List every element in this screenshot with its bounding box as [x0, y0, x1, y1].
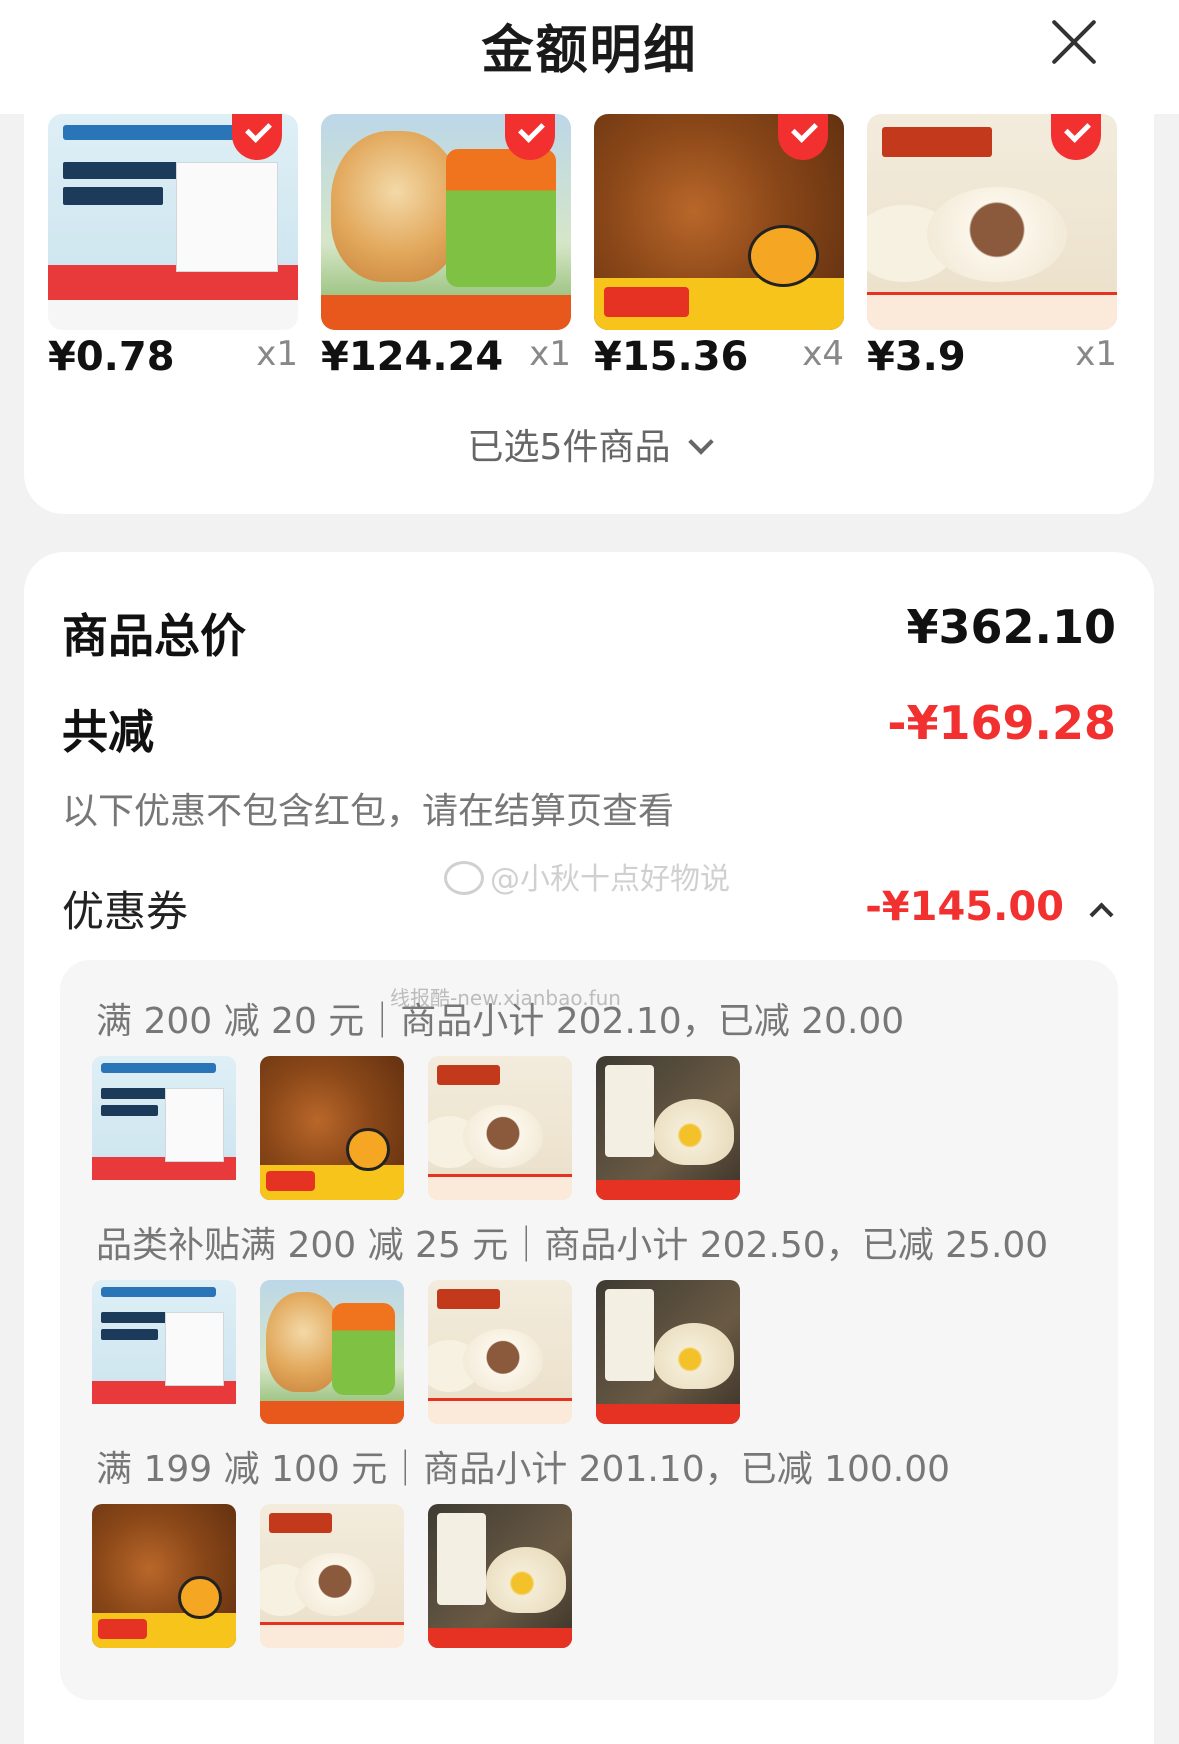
- total-discount-value: -¥169.28: [887, 696, 1116, 750]
- braised-rice-image: [594, 114, 844, 330]
- price-breakdown-card: 商品总价 ¥362.10 共减 -¥169.28 以下优惠不包含红包，请在结算页…: [24, 552, 1154, 1744]
- product-item[interactable]: ¥0.78 x1: [48, 114, 298, 380]
- braised-rice-image: [260, 1056, 404, 1200]
- total-price-label: 商品总价: [62, 609, 246, 663]
- product-qty: x1: [529, 334, 571, 374]
- steamed-bun-image: [428, 1280, 572, 1424]
- selected-products-card: ¥0.78 x1 ¥124.24 x1 ¥15.36 x4 ¥3.9 x1 已选…: [24, 114, 1154, 514]
- steamed-bun-image: [867, 114, 1117, 330]
- product-price: ¥124.24: [321, 334, 504, 380]
- steamed-bun-image: [428, 1056, 572, 1200]
- weibo-icon: [444, 861, 484, 895]
- selected-count-toggle[interactable]: 已选5件商品: [24, 418, 1154, 470]
- coupon-value: -¥145.00: [865, 884, 1064, 930]
- medical-bandage-image: [48, 114, 298, 330]
- medical-bandage-image: [92, 1056, 236, 1200]
- total-discount-label: 共减: [62, 705, 154, 759]
- coupon-label: 优惠券: [62, 887, 189, 936]
- dumpling-image: [428, 1504, 572, 1648]
- dumpling-image: [596, 1280, 740, 1424]
- product-price: ¥0.78: [48, 334, 175, 380]
- coupon-condition: 品类补贴满 200 减 25 元｜商品小计 202.50，已减 25.00: [96, 1225, 1049, 1266]
- coupon-condition: 满 199 减 100 元｜商品小计 201.10，已减 100.00: [96, 1449, 951, 1490]
- chevron-down-icon: [688, 429, 715, 455]
- dog-supplement-image: [321, 114, 571, 330]
- product-item[interactable]: ¥3.9 x1: [867, 114, 1117, 380]
- discount-note: 以下优惠不包含红包，请在结算页查看: [62, 791, 675, 832]
- product-item[interactable]: ¥124.24 x1: [321, 114, 571, 380]
- weibo-watermark: @小秋十点好物说: [444, 854, 730, 898]
- total-price-value: ¥362.10: [906, 600, 1116, 654]
- braised-rice-image: [92, 1504, 236, 1648]
- chevron-up-icon[interactable]: [1089, 902, 1114, 927]
- product-price: ¥15.36: [594, 334, 749, 380]
- modal-header: 金额明细: [0, 0, 1179, 114]
- checkmark-icon[interactable]: [778, 114, 828, 160]
- selected-count-label: 已选5件商品: [467, 427, 671, 468]
- product-qty: x1: [256, 334, 298, 374]
- coupon-detail-panel: 线报酷-new.xianbao.fun 满 200 减 20 元｜商品小计 20…: [60, 960, 1118, 1700]
- steamed-bun-image: [260, 1504, 404, 1648]
- product-item[interactable]: ¥15.36 x4: [594, 114, 844, 380]
- page-title: 金额明细: [481, 21, 698, 81]
- checkmark-icon[interactable]: [232, 114, 282, 160]
- coupon-condition: 满 200 减 20 元｜商品小计 202.10，已减 20.00: [96, 1001, 905, 1042]
- product-qty: x4: [802, 334, 844, 374]
- dumpling-image: [596, 1056, 740, 1200]
- medical-bandage-image: [92, 1280, 236, 1424]
- product-qty: x1: [1075, 334, 1117, 374]
- close-icon[interactable]: [1046, 14, 1102, 70]
- product-price: ¥3.9: [867, 334, 966, 380]
- dog-supplement-image: [260, 1280, 404, 1424]
- checkmark-icon[interactable]: [1051, 114, 1101, 160]
